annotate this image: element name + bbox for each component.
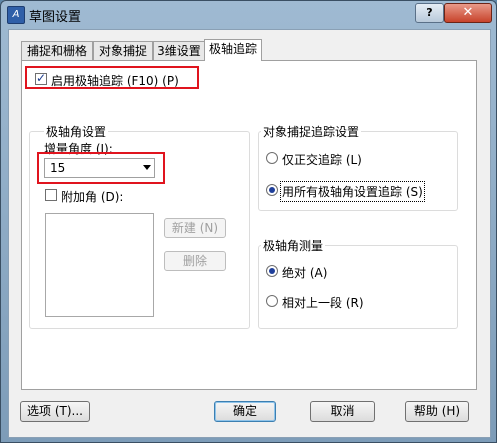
relative-last-segment-radio[interactable] xyxy=(266,295,278,307)
tab-object-snap[interactable]: 对象捕捉 xyxy=(93,41,153,60)
tab-3d-settings[interactable]: 3维设置 xyxy=(153,41,205,60)
cancel-button[interactable]: 取消 xyxy=(310,401,375,422)
options-button[interactable]: 选项 (T)... xyxy=(20,401,90,422)
additional-angles-list[interactable] xyxy=(45,213,154,317)
app-icon: A xyxy=(7,6,25,24)
polar-measure-title: 极轴角测量 xyxy=(261,237,326,254)
ok-button[interactable]: 确定 xyxy=(214,401,276,422)
relative-last-segment-label[interactable]: 相对上一段 (R) xyxy=(282,294,364,311)
highlight-box-enable xyxy=(25,66,199,89)
absolute-radio[interactable] xyxy=(266,265,278,277)
help-button[interactable]: 帮助 (H) xyxy=(405,401,469,422)
tab-polar-tracking[interactable]: 极轴追踪 xyxy=(204,39,262,61)
absolute-label[interactable]: 绝对 (A) xyxy=(282,264,327,281)
dialog-window: A 草图设置 ? ✕ 捕捉和栅格 对象捕捉 3维设置 极轴追踪 启用极轴追踪 (… xyxy=(0,0,497,443)
additional-angles-checkbox[interactable] xyxy=(45,189,57,201)
polar-angle-settings-title: 极轴角设置 xyxy=(44,123,109,140)
help-icon[interactable]: ? xyxy=(415,3,444,23)
close-icon[interactable]: ✕ xyxy=(444,3,492,23)
osnap-tracking-title: 对象捕捉追踪设置 xyxy=(261,123,362,140)
dialog-client: 捕捉和栅格 对象捕捉 3维设置 极轴追踪 启用极轴追踪 (F10) (P) 极轴… xyxy=(8,29,491,438)
all-polar-tracking-label[interactable]: 用所有极轴角设置追踪 (S) xyxy=(280,181,425,202)
delete-angle-button[interactable]: 删除 xyxy=(164,251,226,271)
window-title: 草图设置 xyxy=(29,10,82,25)
polar-tracking-panel: 启用极轴追踪 (F10) (P) 极轴角设置 增量角度 (I): 15 附加角 … xyxy=(21,60,477,390)
orthogonal-tracking-label[interactable]: 仅正交追踪 (L) xyxy=(282,151,362,168)
tab-snap-grid[interactable]: 捕捉和栅格 xyxy=(21,41,93,60)
orthogonal-tracking-radio[interactable] xyxy=(266,152,278,164)
polar-measure-group: 极轴角测量 xyxy=(258,237,458,329)
highlight-box-increment xyxy=(37,152,165,184)
title-bar[interactable]: A 草图设置 ? ✕ xyxy=(1,1,496,27)
new-angle-button[interactable]: 新建 (N) xyxy=(164,218,226,238)
additional-angles-label[interactable]: 附加角 (D): xyxy=(61,188,123,205)
all-polar-tracking-radio[interactable] xyxy=(266,184,278,196)
